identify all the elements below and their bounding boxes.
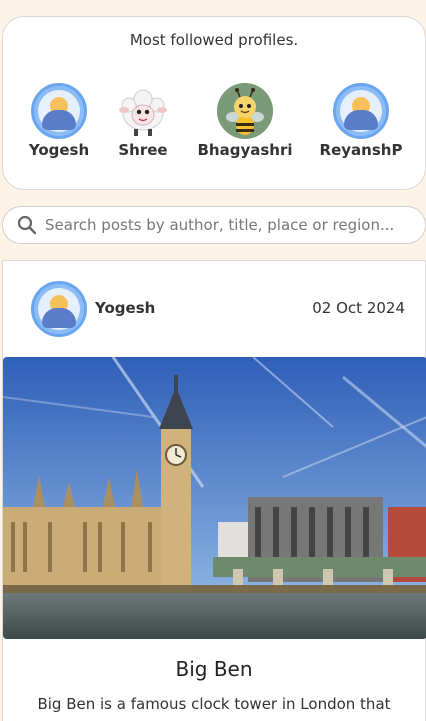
big-ben-photo[interactable] — [3, 357, 426, 639]
default-user-avatar-icon — [333, 83, 389, 139]
search-icon[interactable] — [17, 215, 37, 235]
post-title[interactable]: Big Ben — [3, 657, 425, 681]
most-followed-profiles-card: Most followed profiles. Yogesh Shree Bha… — [2, 16, 426, 190]
profiles-section-title: Most followed profiles. — [129, 31, 299, 49]
search-input[interactable] — [45, 216, 415, 234]
profile-reyanshp[interactable]: ReyanshP — [313, 83, 409, 159]
post-card[interactable]: Yogesh 02 Oct 2024 Big Ben Big Ben is a … — [2, 260, 426, 721]
profile-name: Yogesh — [28, 141, 90, 159]
page: Most followed profiles. Yogesh Shree Bha… — [0, 0, 426, 721]
post-excerpt: Big Ben is a famous clock tower in Londo… — [37, 695, 391, 713]
profile-yogesh[interactable]: Yogesh — [11, 83, 107, 159]
profile-shree[interactable]: Shree — [95, 83, 191, 159]
post-date: 02 Oct 2024 — [312, 299, 405, 317]
profile-name: Bhagyashri — [197, 141, 293, 159]
profile-name: ReyanshP — [319, 141, 403, 159]
sheep-avatar-icon — [115, 83, 171, 139]
profile-bhagyashri[interactable]: Bhagyashri — [197, 83, 293, 159]
search-bar — [2, 206, 426, 244]
profile-name: Shree — [118, 141, 168, 159]
default-user-avatar-icon — [31, 83, 87, 139]
bee-avatar-icon — [217, 83, 273, 139]
post-author-avatar-icon[interactable] — [31, 281, 87, 337]
post-author-name[interactable]: Yogesh — [95, 299, 155, 317]
